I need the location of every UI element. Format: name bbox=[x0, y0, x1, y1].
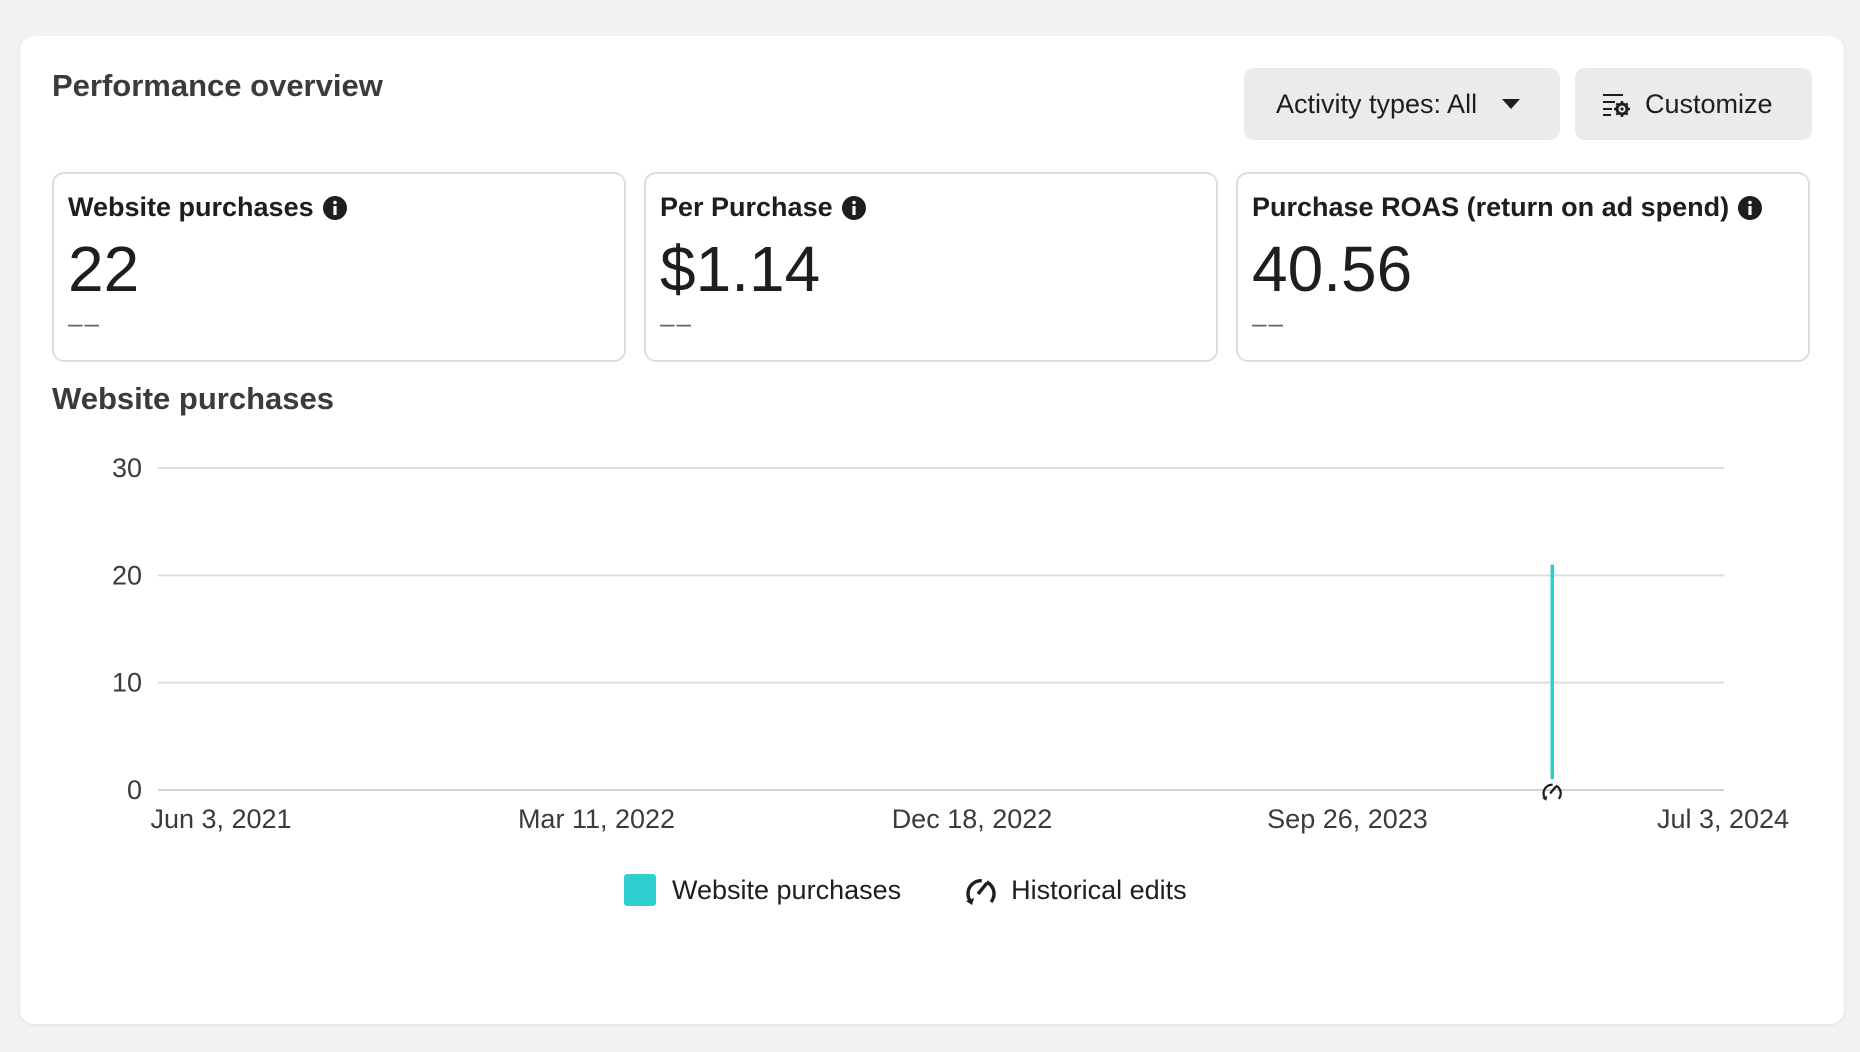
x-tick-label: Jul 3, 2024 bbox=[1657, 804, 1789, 834]
legend-item-website-purchases[interactable]: Website purchases bbox=[624, 874, 901, 906]
legend-item-historical-edits[interactable]: Historical edits bbox=[963, 872, 1187, 908]
x-tick-label: Jun 3, 2021 bbox=[150, 804, 291, 834]
legend-swatch bbox=[624, 874, 656, 906]
chart-legend: Website purchases Historical edits bbox=[624, 872, 1187, 908]
performance-overview-card: Performance overview Activity types: All bbox=[20, 36, 1844, 1024]
x-tick-label: Sep 26, 2023 bbox=[1267, 804, 1428, 834]
y-tick-label: 20 bbox=[112, 560, 142, 590]
historical-edit-marker bbox=[1542, 783, 1562, 801]
x-tick-label: Mar 11, 2022 bbox=[518, 804, 675, 834]
y-tick-label: 10 bbox=[112, 668, 142, 698]
y-tick-label: 0 bbox=[127, 775, 142, 805]
legend-label: Website purchases bbox=[672, 874, 902, 905]
legend-label: Historical edits bbox=[1011, 874, 1187, 905]
historical-edit-icon bbox=[963, 872, 999, 908]
website-purchases-chart: 0 10 20 30 Jun 3, 2021 Mar 11, 2022 Dec 18, 20… bbox=[112, 453, 1789, 834]
y-tick-label: 30 bbox=[112, 453, 142, 483]
x-tick-label: Dec 18, 2022 bbox=[892, 804, 1053, 834]
